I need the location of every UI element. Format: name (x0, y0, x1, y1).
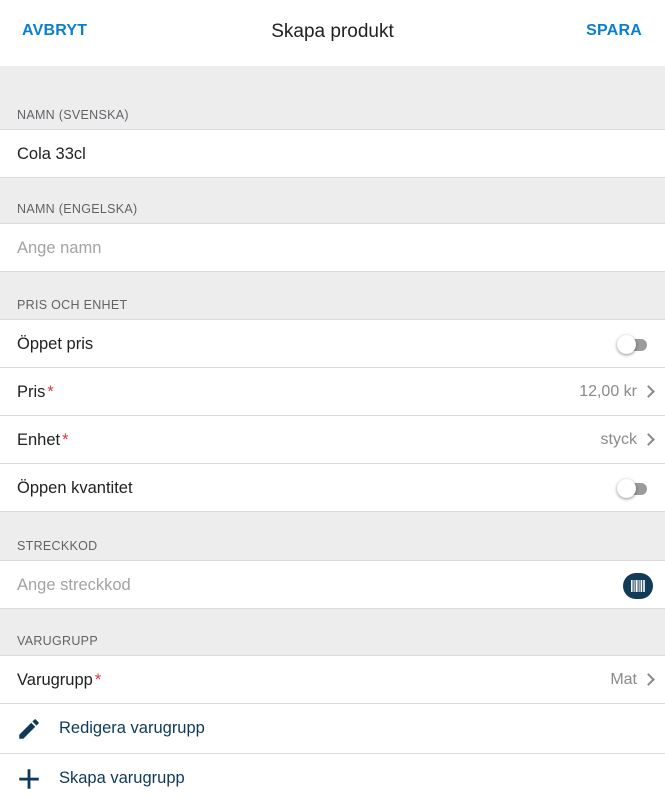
open-price-toggle[interactable] (617, 335, 647, 354)
product-group-value: Mat (610, 671, 637, 688)
price-value: 12,00 kr (579, 383, 637, 400)
price-label: Pris * (17, 383, 54, 401)
open-quantity-label: Öppen kvantitet (17, 479, 133, 497)
required-marker: * (94, 671, 102, 689)
product-group-label: Varugrupp * (17, 671, 102, 689)
name-en-placeholder[interactable]: Ange namn (17, 239, 101, 258)
section-title: STRECKKOD (17, 539, 98, 553)
name-sv-value[interactable]: Cola 33cl (17, 145, 86, 164)
edit-product-group-button[interactable]: Redigera varugrupp (0, 704, 665, 754)
required-marker: * (47, 383, 54, 401)
chevron-right-icon (642, 385, 655, 398)
section-header-price-unit: PRIS OCH ENHET (0, 272, 665, 320)
section-title: NAMN (ENGELSKA) (17, 202, 138, 216)
open-price-label: Öppet pris (17, 335, 94, 353)
unit-label: Enhet * (17, 431, 69, 449)
barcode-field[interactable]: Ange streckkod (0, 561, 665, 609)
scan-barcode-button[interactable] (623, 573, 653, 599)
toggle-knob (617, 335, 636, 354)
chevron-right-icon (642, 673, 655, 686)
open-price-row: Öppet pris (0, 320, 665, 368)
section-header-name-sv: NAMN (SVENSKA) (0, 66, 665, 130)
unit-value: styck (600, 431, 637, 448)
pencil-icon (19, 719, 39, 739)
barcode-placeholder[interactable]: Ange streckkod (17, 576, 131, 595)
form-content: NAMN (SVENSKA) Cola 33cl NAMN (ENGELSKA)… (0, 66, 665, 804)
page-title: Skapa produkt (271, 21, 394, 42)
section-title: VARUGRUPP (17, 634, 98, 648)
save-button[interactable]: SPARA (586, 22, 642, 40)
required-marker: * (62, 431, 69, 449)
product-group-row[interactable]: Varugrupp * Mat (0, 656, 665, 704)
section-header-name-en: NAMN (ENGELSKA) (0, 178, 665, 224)
open-quantity-row: Öppen kvantitet (0, 464, 665, 512)
barcode-icon (631, 580, 645, 592)
plus-icon (19, 769, 39, 789)
create-product-group-label: Skapa varugrupp (59, 769, 185, 787)
section-title: NAMN (SVENSKA) (17, 108, 129, 122)
edit-product-group-label: Redigera varugrupp (59, 719, 205, 737)
name-en-field[interactable]: Ange namn (0, 224, 665, 272)
top-bar: AVBRYT Skapa produkt SPARA (0, 0, 665, 66)
toggle-knob (617, 479, 636, 498)
name-sv-field[interactable]: Cola 33cl (0, 130, 665, 178)
open-quantity-toggle[interactable] (617, 479, 647, 498)
price-row[interactable]: Pris * 12,00 kr (0, 368, 665, 416)
section-header-barcode: STRECKKOD (0, 512, 665, 561)
chevron-right-icon (642, 433, 655, 446)
create-product-group-button[interactable]: Skapa varugrupp (0, 754, 665, 804)
section-title: PRIS OCH ENHET (17, 298, 128, 312)
unit-row[interactable]: Enhet * styck (0, 416, 665, 464)
section-header-product-group: VARUGRUPP (0, 609, 665, 656)
